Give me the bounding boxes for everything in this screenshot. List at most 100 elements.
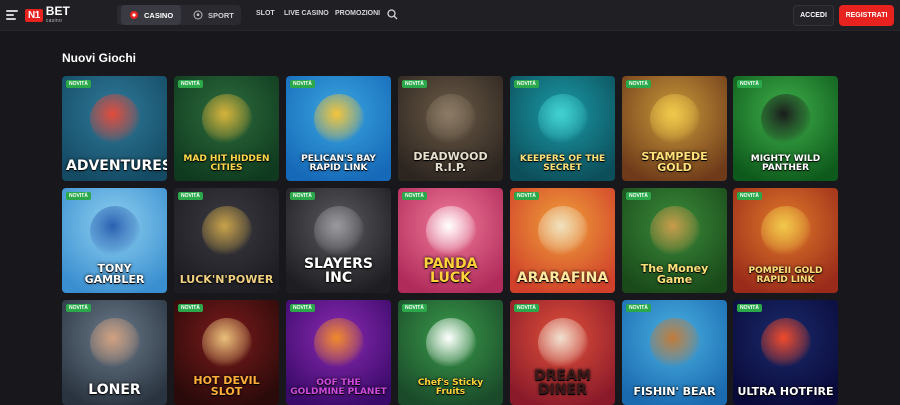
- new-badge: NOVITÀ: [178, 304, 203, 312]
- game-title: PANDA LUCK: [423, 256, 478, 286]
- game-tile[interactable]: NOVITÀ POMPEII GOLD RAPID LINK: [733, 188, 838, 293]
- logo-mark: N1: [25, 9, 43, 22]
- top-bar: N1 BET casino CASINO SPORT SLOT LIVE CAS…: [0, 0, 900, 31]
- new-badge: NOVITÀ: [178, 80, 203, 88]
- tab-casino[interactable]: CASINO: [121, 5, 182, 25]
- game-title: KEEPERS OF THE SECRET: [519, 154, 606, 173]
- game-character: [314, 206, 364, 256]
- game-title: LUCK'N'POWER: [179, 273, 274, 286]
- game-tile[interactable]: NOVITÀ LONER: [62, 300, 167, 405]
- game-tile[interactable]: NOVITÀ LUCK'N'POWER: [174, 188, 279, 293]
- game-title: TONY GAMBLER: [84, 262, 145, 286]
- new-badge: NOVITÀ: [514, 304, 539, 312]
- nav-link-promozioni[interactable]: PROMOZIONI: [335, 10, 380, 17]
- game-title: OOF THE GOLDMINE PLANET: [290, 378, 387, 397]
- tab-casino-label: CASINO: [144, 10, 174, 20]
- game-character: [202, 206, 252, 256]
- game-tile[interactable]: NOVITÀ DREAM DINER: [510, 300, 615, 405]
- game-character: [90, 318, 140, 368]
- new-badge: NOVITÀ: [402, 80, 427, 88]
- nav-link-live-casino[interactable]: LIVE CASINO: [284, 10, 329, 17]
- game-title: POMPEII GOLD RAPID LINK: [748, 266, 823, 285]
- football-icon: [193, 10, 203, 20]
- casino-chip-icon: [130, 11, 138, 19]
- game-character: [761, 206, 811, 256]
- game-tile[interactable]: NOVITÀ ADVENTURES: [62, 76, 167, 181]
- new-badge: NOVITÀ: [626, 304, 651, 312]
- game-title: ULTRA HOTFIRE: [737, 385, 834, 398]
- game-title: DEADWOOD R.I.P.: [413, 150, 488, 174]
- section-title: Nuovi Giochi: [62, 51, 137, 65]
- game-tile[interactable]: NOVITÀ The Money Game: [622, 188, 727, 293]
- nav-link-slot[interactable]: SLOT: [256, 10, 275, 17]
- game-title: SLAYERS INC: [303, 256, 374, 286]
- new-badge: NOVITÀ: [66, 304, 91, 312]
- game-tile[interactable]: NOVITÀ FISHIN' BEAR: [622, 300, 727, 405]
- game-title: STAMPEDE GOLD: [641, 150, 708, 174]
- game-title: MAD HIT HIDDEN CITIES: [183, 154, 270, 173]
- new-badge: NOVITÀ: [290, 304, 315, 312]
- game-tile[interactable]: NOVITÀ HOT DEVIL SLOT: [174, 300, 279, 405]
- game-title: LONER: [88, 382, 141, 398]
- login-button[interactable]: ACCEDI: [793, 5, 834, 26]
- menu-icon[interactable]: [6, 10, 18, 20]
- game-tile[interactable]: NOVITÀ PELICAN'S BAY RAPID LINK: [286, 76, 391, 181]
- game-tile[interactable]: NOVITÀ STAMPEDE GOLD: [622, 76, 727, 181]
- new-badge: NOVITÀ: [290, 80, 315, 88]
- game-title: The Money Game: [640, 262, 709, 286]
- new-badge: NOVITÀ: [66, 80, 91, 88]
- game-character: [314, 318, 364, 368]
- game-tile[interactable]: NOVITÀ KEEPERS OF THE SECRET: [510, 76, 615, 181]
- game-character: [650, 206, 700, 256]
- search-icon[interactable]: [387, 9, 398, 20]
- game-title: DREAM DINER: [534, 368, 591, 398]
- game-character: [761, 318, 811, 368]
- game-title: Chef's Sticky Fruits: [417, 378, 484, 397]
- game-title: PELICAN'S BAY RAPID LINK: [301, 154, 376, 173]
- new-badge: NOVITÀ: [402, 304, 427, 312]
- new-badge: NOVITÀ: [514, 192, 539, 200]
- game-tile[interactable]: NOVITÀ ARARAFINA: [510, 188, 615, 293]
- new-badge: NOVITÀ: [514, 80, 539, 88]
- new-badge: NOVITÀ: [402, 192, 427, 200]
- game-character: [426, 94, 476, 144]
- game-character: [202, 318, 252, 368]
- game-character: [426, 206, 476, 256]
- tab-sport-label: SPORT: [208, 10, 234, 20]
- new-badge: NOVITÀ: [737, 80, 762, 88]
- game-tile[interactable]: NOVITÀ MIGHTY WILD PANTHER: [733, 76, 838, 181]
- game-character: [761, 94, 811, 144]
- new-badge: NOVITÀ: [626, 192, 651, 200]
- game-character: [426, 318, 476, 368]
- game-tile[interactable]: NOVITÀ MAD HIT HIDDEN CITIES: [174, 76, 279, 181]
- new-badge: NOVITÀ: [178, 192, 203, 200]
- game-character: [538, 94, 588, 144]
- logo[interactable]: N1 BET casino: [25, 5, 70, 26]
- new-badge: NOVITÀ: [626, 80, 651, 88]
- game-character: [90, 206, 140, 256]
- game-title: FISHIN' BEAR: [633, 385, 716, 398]
- logo-text: BET casino: [46, 5, 70, 26]
- tab-sport[interactable]: SPORT: [185, 5, 242, 25]
- new-badge: NOVITÀ: [290, 192, 315, 200]
- game-character: [202, 94, 252, 144]
- game-title: HOT DEVIL SLOT: [193, 374, 260, 398]
- register-button[interactable]: REGISTRATI: [839, 5, 894, 26]
- game-character: [650, 94, 700, 144]
- game-tile[interactable]: NOVITÀ ULTRA HOTFIRE: [733, 300, 838, 405]
- game-character: [538, 318, 588, 368]
- game-tile[interactable]: NOVITÀ SLAYERS INC: [286, 188, 391, 293]
- game-character: [650, 318, 700, 368]
- new-badge: NOVITÀ: [737, 304, 762, 312]
- game-title: ARARAFINA: [516, 270, 609, 286]
- game-title: ADVENTURES: [66, 158, 167, 174]
- new-badge: NOVITÀ: [737, 192, 762, 200]
- game-character: [90, 94, 140, 144]
- new-badge: NOVITÀ: [66, 192, 91, 200]
- game-tile[interactable]: NOVITÀ Chef's Sticky Fruits: [398, 300, 503, 405]
- game-tile[interactable]: NOVITÀ TONY GAMBLER: [62, 188, 167, 293]
- game-character: [314, 94, 364, 144]
- game-tile[interactable]: NOVITÀ OOF THE GOLDMINE PLANET: [286, 300, 391, 405]
- game-tile[interactable]: NOVITÀ DEADWOOD R.I.P.: [398, 76, 503, 181]
- game-tile[interactable]: NOVITÀ PANDA LUCK: [398, 188, 503, 293]
